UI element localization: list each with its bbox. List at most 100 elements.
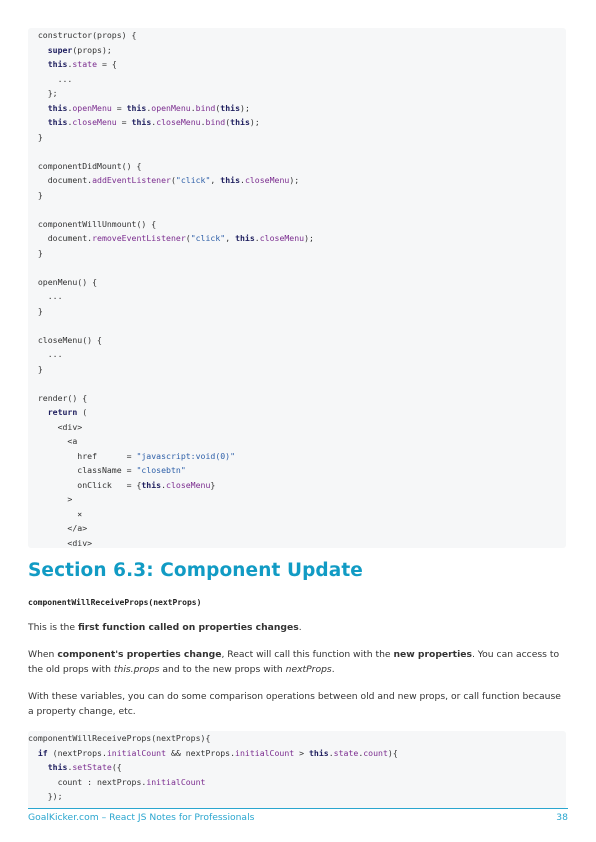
code-token: this (309, 747, 329, 758)
code-token: ); (249, 117, 260, 127)
code-token: (props); (72, 44, 112, 55)
paragraph-comparison: With these variables, you can do some co… (28, 689, 568, 719)
code-line: super(props); (28, 43, 566, 58)
code-token: = (111, 102, 127, 113)
code-token: this (126, 102, 147, 113)
paragraph-properties-change: When component's properties change, Reac… (28, 647, 568, 677)
code-token: componentWillUnmount() { (28, 218, 157, 229)
code-token: } (28, 189, 43, 200)
code-token: closeMenu (72, 117, 117, 127)
page-number: 38 (556, 812, 568, 823)
code-line: }); (28, 789, 566, 804)
code-token: return (47, 407, 78, 417)
code-token: × (28, 508, 83, 519)
code-token: , (225, 233, 236, 243)
code-token: this (47, 102, 68, 113)
code-token: (nextProps. (47, 747, 107, 758)
code-line: } (28, 362, 566, 377)
text-run: . (298, 622, 302, 633)
code-token: = { (97, 59, 117, 69)
code-line: componentWillReceiveProps(nextProps){ (28, 731, 566, 746)
code-token: "javascript:void(0)" (136, 450, 236, 461)
code-token: ... (28, 73, 73, 84)
code-line: ... (28, 289, 566, 304)
code-token: } (210, 479, 216, 490)
code-line: this.state = { (28, 57, 566, 72)
code-line: this.setState({ (28, 760, 566, 775)
code-line: ... (28, 347, 566, 362)
code-token: closeMenu (244, 175, 290, 185)
code-line: openMenu() { (28, 275, 566, 290)
code-token: ... (28, 291, 63, 301)
code-line: } (28, 246, 566, 261)
code-token: ( (77, 407, 88, 417)
code-token: this (141, 479, 162, 490)
code-token: closeMenu() { (28, 334, 102, 345)
code-token: this (131, 117, 152, 127)
code-token: <div> (28, 537, 93, 548)
code-token: this (220, 102, 241, 113)
code-line: closeMenu() { (28, 333, 566, 348)
text-run: nextProps (285, 664, 332, 675)
text-run: This is the (28, 622, 78, 633)
code-token: initialCount (106, 747, 167, 758)
code-line: if (nextProps.initialCount && nextProps.… (28, 746, 566, 761)
code-line: href = "javascript:void(0)" (28, 449, 566, 464)
code-token: componentWillReceiveProps(nextProps){ (28, 733, 211, 743)
code-token: "click" (175, 175, 211, 185)
code-line: > (28, 492, 566, 507)
code-token: count (363, 747, 388, 758)
code-line: componentWillUnmount() { (28, 217, 566, 232)
code-line: className = "closebtn" (28, 463, 566, 478)
text-run: component's properties change (57, 649, 222, 660)
code-token: <div> (28, 421, 83, 432)
code-token: if (37, 747, 48, 758)
code-token: ... (28, 349, 63, 359)
code-line: } (28, 188, 566, 203)
code-token: removeEventListener (92, 233, 186, 243)
code-token: componentDidMount() { (28, 160, 142, 171)
code-line: } (28, 130, 566, 145)
code-token: initialCount (146, 776, 206, 787)
code-token: bind (205, 117, 226, 127)
code-line: return ( (28, 405, 566, 420)
code-token: closeMenu (156, 117, 201, 127)
code-token: }; (28, 88, 58, 98)
code-token: > (28, 494, 73, 504)
code-token: <a (28, 436, 78, 446)
code-line: this.openMenu = this.openMenu.bind(this)… (28, 101, 566, 116)
code-token: document. (28, 175, 93, 185)
text-run: new properties (393, 649, 472, 660)
code-token: } (28, 363, 43, 374)
code-token: ); (289, 175, 300, 185)
code-token: } (28, 305, 43, 316)
code-line: document.addEventListener("click", this.… (28, 173, 566, 188)
code-line: }; (28, 86, 566, 101)
code-token: count : nextProps. (28, 776, 147, 787)
code-token: href = (28, 450, 137, 461)
code-token: } (28, 131, 43, 142)
code-token: this (220, 175, 240, 185)
code-token: ){ (387, 747, 398, 758)
code-token: ); (304, 233, 314, 243)
code-line: count : nextProps.initialCount (28, 775, 566, 790)
method-signature: componentWillReceiveProps(nextProps) (28, 598, 202, 607)
code-token: "click" (190, 233, 226, 243)
code-token: addEventListener (92, 175, 171, 185)
code-token: render() { (28, 392, 88, 403)
code-token: = (116, 117, 132, 127)
code-token: ); (240, 102, 250, 113)
code-token: bind (195, 102, 216, 113)
code-token: } (28, 247, 43, 258)
code-line: render() { (28, 391, 566, 406)
code-token: state (72, 59, 98, 69)
code-line: componentDidMount() { (28, 159, 566, 174)
